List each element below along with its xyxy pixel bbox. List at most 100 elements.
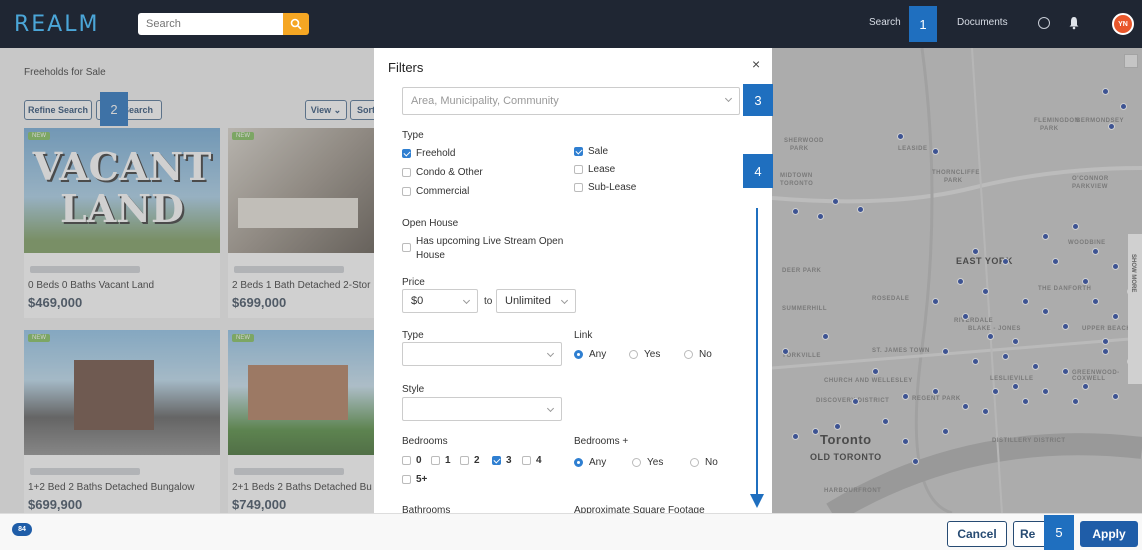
- upcoming-livestream-checkbox[interactable]: Has upcoming Live Stream Open House: [402, 235, 563, 263]
- listing-map-pin[interactable]: [1112, 263, 1119, 270]
- bell-icon[interactable]: [1069, 16, 1079, 30]
- listing-map-pin[interactable]: [1082, 383, 1089, 390]
- listing-map-pin[interactable]: [1052, 258, 1059, 265]
- header-search-button[interactable]: [283, 13, 309, 35]
- listing-map-pin[interactable]: [972, 248, 979, 255]
- listing-map-pin[interactable]: [1082, 278, 1089, 285]
- listing-map-pin[interactable]: [897, 133, 904, 140]
- listing-map-pin[interactable]: [1112, 393, 1119, 400]
- listing-map-pin[interactable]: [872, 368, 879, 375]
- listing-map-pin[interactable]: [1022, 398, 1029, 405]
- refine-search-button[interactable]: Refine Search: [24, 100, 92, 120]
- nav-search-link[interactable]: Search: [869, 17, 901, 28]
- radio-button[interactable]: [690, 458, 699, 467]
- link-radio[interactable]: No: [684, 349, 712, 360]
- listing-map-pin[interactable]: [962, 403, 969, 410]
- listing-map-pin[interactable]: [1032, 363, 1039, 370]
- checkbox[interactable]: [402, 475, 411, 484]
- listing-card[interactable]: NEW 2 Beds 1 Bath Detached 2-Stor $699,0…: [228, 128, 374, 318]
- listing-map-pin[interactable]: [792, 433, 799, 440]
- user-avatar[interactable]: YN: [1112, 13, 1134, 35]
- checkbox[interactable]: [402, 456, 411, 465]
- radio-button[interactable]: [629, 350, 638, 359]
- bedrooms-plus-radio[interactable]: Any: [574, 457, 606, 468]
- listing-map-pin[interactable]: [822, 333, 829, 340]
- listing-map-pin[interactable]: [1012, 338, 1019, 345]
- bedroom-checkbox[interactable]: 4: [522, 455, 542, 466]
- listing-map-pin[interactable]: [1042, 388, 1049, 395]
- chat-icon[interactable]: [1038, 17, 1050, 29]
- transaction-checkbox[interactable]: Sub-Lease: [574, 182, 636, 193]
- listing-map-pin[interactable]: [1022, 298, 1029, 305]
- listing-map-pin[interactable]: [1002, 353, 1009, 360]
- link-radio[interactable]: Yes: [629, 349, 660, 360]
- listing-map-pin[interactable]: [792, 208, 799, 215]
- listing-map-pin[interactable]: [1062, 368, 1069, 375]
- listing-map-pin[interactable]: [1012, 383, 1019, 390]
- price-max-select[interactable]: Unlimited: [496, 289, 576, 313]
- checkbox[interactable]: [402, 168, 411, 177]
- bedroom-checkbox[interactable]: 1: [431, 455, 451, 466]
- listing-map-pin[interactable]: [932, 148, 939, 155]
- listing-map-pin[interactable]: [942, 348, 949, 355]
- checkbox[interactable]: [402, 187, 411, 196]
- listing-map-pin[interactable]: [972, 358, 979, 365]
- listing-map-pin[interactable]: [932, 388, 939, 395]
- listing-map-pin[interactable]: [982, 408, 989, 415]
- header-search-input[interactable]: [138, 13, 283, 35]
- listing-map-pin[interactable]: [1042, 308, 1049, 315]
- area-search-select[interactable]: Area, Municipality, Community: [402, 87, 740, 115]
- listing-map-pin[interactable]: [882, 418, 889, 425]
- bedroom-checkbox[interactable]: 3: [492, 455, 512, 466]
- listing-card[interactable]: VACANT LAND NEW 0 Beds 0 Baths Vacant La…: [24, 128, 220, 318]
- listing-map-pin[interactable]: [1102, 348, 1109, 355]
- listing-map-pin[interactable]: [957, 278, 964, 285]
- bedroom-checkbox[interactable]: 0: [402, 455, 422, 466]
- radio-button[interactable]: [574, 350, 583, 359]
- checkbox[interactable]: [402, 243, 411, 252]
- listing-map-pin[interactable]: [1102, 88, 1109, 95]
- fullscreen-icon[interactable]: [1124, 54, 1138, 68]
- listing-map-pin[interactable]: [912, 458, 919, 465]
- listing-map-pin[interactable]: [832, 198, 839, 205]
- listing-map-pin[interactable]: [1108, 123, 1115, 130]
- listing-map-pin[interactable]: [992, 388, 999, 395]
- bedroom-checkbox[interactable]: 5+: [402, 474, 427, 485]
- listing-map-pin[interactable]: [834, 423, 841, 430]
- listing-map-pin[interactable]: [982, 288, 989, 295]
- apply-button[interactable]: Apply: [1080, 521, 1138, 547]
- type-checkbox[interactable]: Commercial: [402, 186, 469, 197]
- checkbox[interactable]: [522, 456, 531, 465]
- property-type-select[interactable]: [402, 342, 562, 366]
- listing-map-pin[interactable]: [1092, 298, 1099, 305]
- listing-map-pin[interactable]: [817, 213, 824, 220]
- radio-button[interactable]: [684, 350, 693, 359]
- listing-map-pin[interactable]: [902, 438, 909, 445]
- checkbox[interactable]: [402, 149, 411, 158]
- listing-map-pin[interactable]: [812, 428, 819, 435]
- listing-map-pin[interactable]: [1120, 103, 1127, 110]
- checkbox[interactable]: [574, 147, 583, 156]
- show-more-side-tab[interactable]: SHOW MORE: [1128, 234, 1142, 384]
- listing-map-pin[interactable]: [852, 398, 859, 405]
- price-min-select[interactable]: $0: [402, 289, 478, 313]
- listing-map-pin[interactable]: [987, 333, 994, 340]
- listing-map-pin[interactable]: [1072, 223, 1079, 230]
- bedrooms-plus-radio[interactable]: No: [690, 457, 718, 468]
- listing-map-pin[interactable]: [1042, 233, 1049, 240]
- bedroom-checkbox[interactable]: 2: [460, 455, 480, 466]
- listing-map-pin[interactable]: [1112, 313, 1119, 320]
- listing-map-pin[interactable]: [962, 313, 969, 320]
- listing-map-pin[interactable]: [857, 206, 864, 213]
- listing-map-pin[interactable]: [1092, 248, 1099, 255]
- listing-map-pin[interactable]: [902, 393, 909, 400]
- checkbox[interactable]: [574, 165, 583, 174]
- realm-logo[interactable]: REALM: [14, 12, 99, 37]
- view-dropdown-button[interactable]: View ⌄: [305, 100, 347, 120]
- style-select[interactable]: [402, 397, 562, 421]
- listings-map[interactable]: SHERWOOD PARK LEASIDE MIDTOWN TORONTO THORNCL…: [772, 48, 1142, 513]
- cancel-button[interactable]: Cancel: [947, 521, 1007, 547]
- radio-button[interactable]: [632, 458, 641, 467]
- listing-map-pin[interactable]: [782, 348, 789, 355]
- checkbox[interactable]: [574, 183, 583, 192]
